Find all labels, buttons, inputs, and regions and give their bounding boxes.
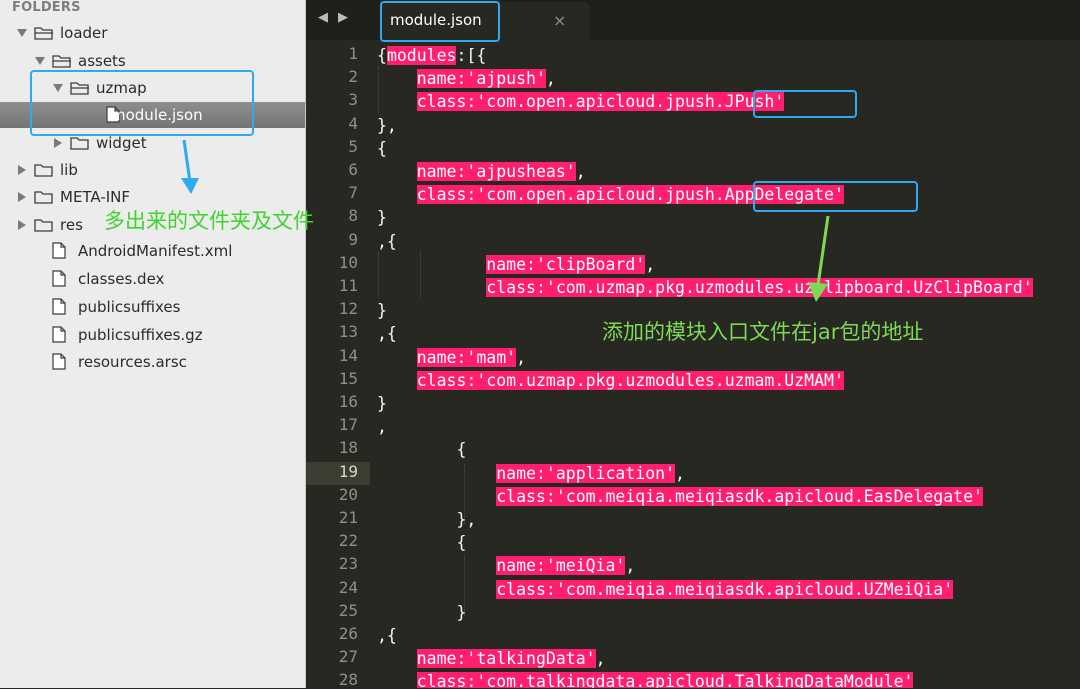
arrow-line-entry	[816, 215, 830, 286]
arrow-line-folder	[182, 139, 192, 183]
arrow-head-folder	[181, 178, 199, 194]
annotation-folder-note: 多出来的文件夹及文件	[104, 209, 314, 233]
annotation-entry-note: 添加的模块入口文件在jar包的地址	[602, 320, 924, 344]
arrow-head-entry	[808, 282, 828, 302]
